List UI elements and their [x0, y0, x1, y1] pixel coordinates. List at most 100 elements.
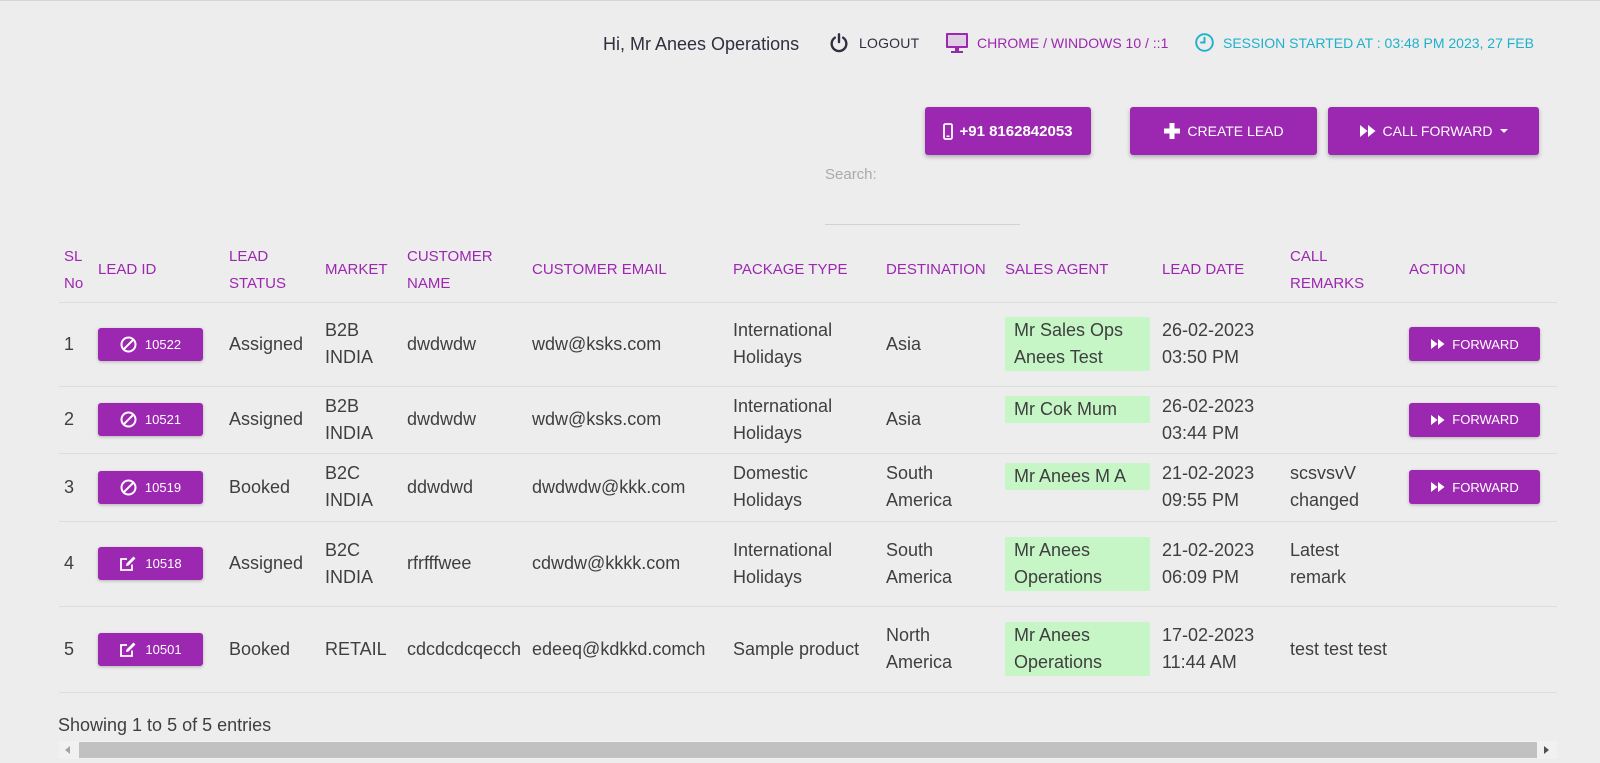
table-row: 1 10522 Assigned B2B INDIA dwdwdw wdw@ks…	[59, 302, 1557, 387]
lead-id-button[interactable]: 10522	[98, 327, 203, 361]
session-info: SESSION STARTED AT : 03:48 PM 2023, 27 F…	[1194, 32, 1534, 53]
call-remarks-cell	[1285, 302, 1404, 387]
sales-agent-cell: Mr Anees M A	[1000, 453, 1157, 522]
status-cell: Booked	[224, 453, 320, 522]
edit-icon	[120, 642, 136, 657]
column-header[interactable]: LEAD DATE	[1157, 238, 1285, 303]
customer-email-cell: wdw@ksks.com	[527, 302, 728, 387]
sl-cell: 4	[59, 521, 93, 607]
column-header[interactable]: CUSTOMER EMAIL	[527, 238, 728, 303]
column-header[interactable]: PACKAGE TYPE	[728, 238, 881, 303]
mobile-icon	[943, 122, 954, 140]
sl-cell: 1	[59, 302, 93, 387]
scroll-left-icon[interactable]	[65, 746, 70, 754]
scroll-right-icon[interactable]	[1544, 746, 1549, 754]
search-label: Search:	[825, 166, 877, 183]
forward-label: FORWARD	[1452, 412, 1519, 427]
column-header[interactable]: LEAD STATUS	[224, 238, 320, 303]
lead-id-label: 10518	[145, 556, 182, 571]
sl-cell: 3	[59, 453, 93, 522]
destination-cell: South America	[881, 453, 1000, 522]
call-remarks-cell: Latest remark	[1285, 521, 1404, 607]
column-header[interactable]: ACTION	[1404, 238, 1557, 303]
search-input[interactable]	[825, 195, 1020, 225]
sl-cell: 2	[59, 386, 93, 454]
phone-label: +91 8162842053	[959, 122, 1073, 140]
lead-id-cell: 10501	[93, 606, 224, 693]
lead-id-button[interactable]: 10521	[98, 403, 203, 436]
lead-date-cell: 21-02-2023 06:09 PM	[1157, 521, 1285, 607]
sales-agent-cell: Mr Anees Operations	[1000, 521, 1157, 607]
horizontal-scrollbar[interactable]	[59, 741, 1557, 759]
lead-id-cell: 10521	[93, 386, 224, 454]
monitor-icon	[946, 33, 968, 53]
call-remarks-cell	[1285, 386, 1404, 454]
lead-id-button[interactable]: 10519	[98, 470, 203, 504]
market-cell: B2C INDIA	[320, 453, 402, 522]
table-row: 2 10521 Assigned B2B INDIA dwdwdw wdw@ks…	[59, 386, 1557, 454]
user-greeting: Hi, Mr Anees Operations	[603, 34, 800, 54]
table-info: Showing 1 to 5 of 5 entries	[58, 715, 272, 735]
action-cell: FORWARD	[1404, 302, 1557, 387]
customer-name-cell: ddwdwd	[402, 453, 527, 522]
destination-cell: Asia	[881, 302, 1000, 387]
lead-id-button[interactable]: 10501	[98, 632, 203, 666]
action-cell: FORWARD	[1404, 453, 1557, 522]
leads-table-container: SL No LEAD ID LEAD STATUS MARKET CUSTOME…	[59, 238, 1557, 693]
lead-date-cell: 17-02-2023 11:44 AM	[1157, 606, 1285, 693]
sales-agent-badge: Mr Anees M A	[1005, 462, 1150, 490]
lead-id-label: 10522	[144, 336, 182, 352]
customer-name-cell: dwdwdw	[402, 386, 527, 454]
column-header[interactable]: MARKET	[320, 238, 402, 303]
customer-email-cell: wdw@ksks.com	[527, 386, 728, 454]
sales-agent-cell: Mr Cok Mum	[1000, 386, 1157, 454]
sales-agent-badge: Mr Cok Mum	[1005, 395, 1150, 423]
phone-button[interactable]: +91 8162842053	[925, 107, 1091, 155]
lead-id-button[interactable]: 10518	[98, 547, 203, 580]
table-row: 3 10519 Booked B2C INDIA ddwdwd dwdwdw@k…	[59, 453, 1557, 522]
forward-label: FORWARD	[1452, 479, 1519, 495]
edit-icon	[120, 556, 136, 571]
package-type-cell: Domestic Holidays	[728, 453, 881, 522]
call-remarks-cell: test test test	[1285, 606, 1404, 693]
column-header[interactable]: DESTINATION	[881, 238, 1000, 303]
top-bar: Hi, Mr Anees Operations LOGOUT CHROME / …	[0, 30, 1600, 58]
ban-icon	[120, 411, 137, 428]
power-icon	[830, 33, 848, 53]
scrollbar-thumb[interactable]	[79, 742, 1537, 758]
forward-button[interactable]: FORWARD	[1409, 402, 1540, 437]
clock-icon	[1195, 33, 1214, 52]
column-header[interactable]: CALL REMARKS	[1285, 238, 1404, 303]
package-type-cell: International Holidays	[728, 521, 881, 607]
forward-button[interactable]: FORWARD	[1409, 470, 1540, 504]
column-header[interactable]: SL No	[59, 238, 93, 303]
destination-cell: South America	[881, 521, 1000, 607]
status-cell: Assigned	[224, 302, 320, 387]
ban-icon	[120, 336, 137, 352]
call-forward-label: CALL FORWARD	[1382, 123, 1493, 139]
market-cell: B2C INDIA	[320, 521, 402, 607]
leads-table: SL No LEAD ID LEAD STATUS MARKET CUSTOME…	[59, 238, 1557, 693]
sales-agent-badge: Mr Anees Operations	[1005, 536, 1150, 591]
destination-cell: Asia	[881, 386, 1000, 454]
column-header[interactable]: LEAD ID	[93, 238, 224, 303]
fast-forward-icon	[1431, 482, 1445, 492]
logout-label: LOGOUT	[859, 35, 920, 51]
call-remarks-cell: scsvsvV changed	[1285, 453, 1404, 522]
create-lead-button[interactable]: CREATE LEAD	[1130, 107, 1317, 155]
status-cell: Booked	[224, 606, 320, 693]
table-row: 5 10501 Booked RETAIL cdcdcdcqecch edeeq…	[59, 606, 1557, 693]
browser-info: CHROME / WINDOWS 10 / ::1	[945, 31, 1168, 55]
forward-button[interactable]: FORWARD	[1409, 327, 1540, 361]
package-type-cell: International Holidays	[728, 302, 881, 387]
lead-date-cell: 26-02-2023 03:50 PM	[1157, 302, 1285, 387]
call-forward-button[interactable]: CALL FORWARD	[1328, 107, 1539, 155]
lead-id-cell: 10522	[93, 302, 224, 387]
fast-forward-icon	[1431, 339, 1445, 349]
logout-link[interactable]: LOGOUT	[828, 32, 919, 54]
column-header[interactable]: SALES AGENT	[1000, 238, 1157, 303]
sales-agent-cell: Mr Anees Operations	[1000, 606, 1157, 693]
sales-agent-badge: Mr Anees Operations	[1005, 622, 1150, 676]
column-header[interactable]: CUSTOMER NAME	[402, 238, 527, 303]
chevron-down-icon	[1500, 129, 1509, 133]
